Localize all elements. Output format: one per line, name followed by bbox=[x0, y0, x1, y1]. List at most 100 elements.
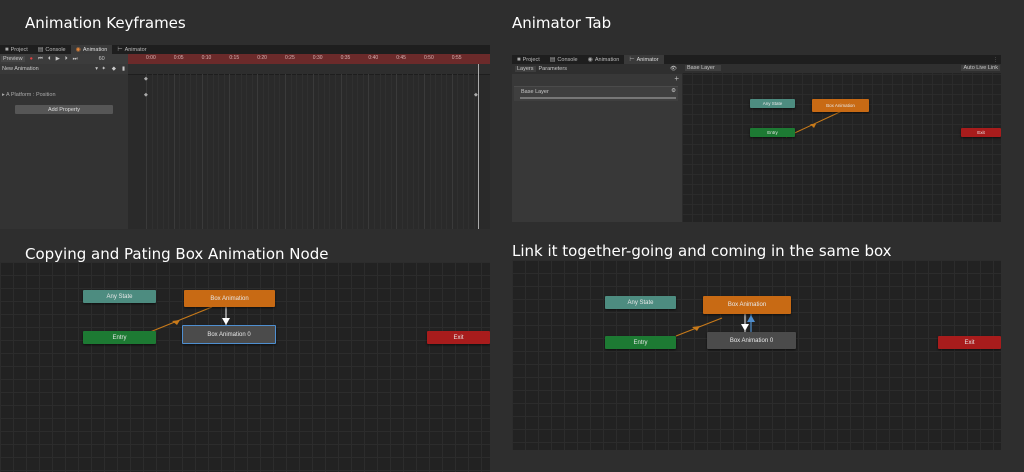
keyframe-diamond-icon[interactable]: ◆ bbox=[144, 76, 148, 82]
eye-icon[interactable]: 👁 bbox=[670, 66, 677, 72]
tab-project[interactable]: ■ Project bbox=[512, 55, 545, 64]
add-keyframe-icon[interactable]: ✦ bbox=[101, 66, 106, 72]
timeline-subgrid-line bbox=[212, 74, 214, 229]
timeline-subgrid-line bbox=[207, 74, 209, 229]
keyframe-diamond-icon[interactable]: ◆ bbox=[144, 92, 148, 98]
timeline-subgrid-line bbox=[457, 74, 459, 229]
timeline-subgrid-line bbox=[273, 74, 275, 229]
timeline-subgrid-line bbox=[401, 74, 403, 229]
node-box-animation-0[interactable]: Box Animation 0 bbox=[182, 325, 276, 344]
caption-copying-node: Copying and Pating Box Animation Node bbox=[25, 245, 329, 263]
timeline-tick-label: 0:50 bbox=[424, 55, 434, 61]
editor-tab-bar: ■ Project ▤ Console ◉ Animation ⊢ Animator ⋮ bbox=[512, 55, 1001, 64]
timeline-subgrid-line bbox=[440, 74, 442, 229]
node-box-animation[interactable]: Box Animation bbox=[812, 99, 869, 112]
animator-icon: ⊢ bbox=[629, 57, 635, 63]
caption-animation-keyframes: Animation Keyframes bbox=[25, 14, 186, 32]
node-any-state[interactable]: Any State bbox=[750, 99, 795, 108]
animator-icon: ⊢ bbox=[117, 47, 123, 53]
timeline-subgrid-line bbox=[412, 74, 414, 229]
node-box-animation[interactable]: Box Animation bbox=[703, 296, 791, 314]
folder-icon: ■ bbox=[517, 56, 521, 63]
first-key-icon[interactable]: ⏮ bbox=[38, 56, 43, 63]
tab-animator[interactable]: ⊢ Animator bbox=[624, 55, 664, 64]
timeline-subgrid-line bbox=[385, 74, 387, 229]
timeline-grid-line bbox=[257, 74, 259, 229]
layer-item-base[interactable]: Base Layer ⚙ bbox=[514, 86, 678, 101]
timeline-subgrid-line bbox=[435, 74, 437, 229]
timeline-subgrid-line bbox=[390, 74, 392, 229]
chevron-down-icon: ▾ bbox=[95, 66, 98, 72]
animator-window: ■ Project ▤ Console ◉ Animation ⊢ Animator ⋮… bbox=[512, 55, 1001, 222]
next-key-icon[interactable]: ⏵ bbox=[65, 56, 68, 63]
animator-graph-linked[interactable]: Any State Box Animation Box Animation 0 … bbox=[512, 260, 1001, 450]
timeline-subgrid-line bbox=[262, 74, 264, 229]
timeline-subgrid-line bbox=[218, 74, 220, 229]
node-entry[interactable]: Entry bbox=[750, 128, 795, 137]
timeline-subgrid-line bbox=[157, 74, 159, 229]
timeline-subgrid-line bbox=[240, 74, 242, 229]
prev-key-icon[interactable]: ⏴ bbox=[48, 56, 51, 63]
tab-console[interactable]: ▤ Console bbox=[33, 45, 71, 54]
animator-graph-copy[interactable]: Any State Box Animation Box Animation 0 … bbox=[0, 262, 490, 472]
transition-arrows bbox=[675, 314, 755, 337]
frame-field[interactable]: 60 bbox=[99, 56, 105, 62]
tab-console[interactable]: ▤ Console bbox=[545, 55, 583, 64]
tab-animation[interactable]: ◉ Animation bbox=[70, 45, 113, 54]
timeline-tick-label: 0:15 bbox=[229, 55, 240, 61]
node-entry[interactable]: Entry bbox=[605, 336, 676, 349]
timeline-tick-label: 0:20 bbox=[257, 55, 267, 61]
node-box-animation-0[interactable]: Box Animation 0 bbox=[707, 332, 796, 349]
folder-icon: ■ bbox=[5, 46, 9, 53]
event-marker-icon[interactable]: ▮ bbox=[122, 66, 125, 72]
gear-icon[interactable]: ⚙ bbox=[671, 88, 676, 94]
timeline-subgrid-line bbox=[418, 74, 420, 229]
animation-icon: ◉ bbox=[587, 57, 593, 63]
node-entry[interactable]: Entry bbox=[83, 331, 156, 344]
node-any-state[interactable]: Any State bbox=[83, 290, 156, 303]
tab-animator[interactable]: ⊢ Animator bbox=[112, 45, 151, 54]
timeline-grid-line bbox=[229, 74, 231, 229]
window-menu-icon[interactable]: ⋮ bbox=[993, 57, 998, 63]
animator-graph[interactable]: Base Layer Auto Live Link Any State Box … bbox=[682, 64, 1001, 222]
tab-animation[interactable]: ◉ Animation bbox=[583, 55, 625, 64]
timeline-grid-line bbox=[340, 74, 342, 229]
node-box-animation[interactable]: Box Animation bbox=[184, 290, 275, 307]
tab-label: Console bbox=[557, 56, 578, 63]
timeline-tick-label: 0:45 bbox=[396, 55, 406, 61]
timeline-ruler[interactable]: 0:00 0:05 0:10 0:15 0:20 0:25 0:30 0:35 0:40 0:45… bbox=[128, 54, 490, 64]
last-key-icon[interactable]: ⏭ bbox=[73, 56, 78, 63]
arrow-head-icon bbox=[747, 315, 755, 322]
arrow-head-icon bbox=[692, 326, 700, 331]
property-row[interactable]: ▸ A Platform : Position bbox=[2, 92, 56, 98]
timeline-subgrid-line bbox=[379, 74, 381, 229]
node-any-state[interactable]: Any State bbox=[605, 296, 676, 309]
add-event-icon[interactable]: ◆ bbox=[112, 66, 116, 72]
timeline-subgrid-line bbox=[323, 74, 325, 229]
node-exit[interactable]: Exit bbox=[938, 336, 1001, 349]
timeline-tick-label: 0:30 bbox=[312, 55, 323, 61]
timeline-tick-label: 0:55 bbox=[451, 55, 462, 61]
timeline-area[interactable]: 0:00 0:05 0:10 0:15 0:20 0:25 0:30 0:35 0:40 0:45… bbox=[128, 54, 490, 229]
layers-pane: Layers Parameters 👁 + Base Layer ⚙ bbox=[512, 64, 682, 222]
layer-weight-slider[interactable] bbox=[520, 97, 676, 99]
add-property-button[interactable]: Add Property bbox=[15, 105, 113, 114]
preview-button[interactable]: Preview bbox=[1, 56, 25, 62]
timeline-subgrid-line bbox=[301, 74, 303, 229]
playhead[interactable] bbox=[478, 64, 479, 229]
node-exit[interactable]: Exit bbox=[961, 128, 1001, 137]
add-layer-icon[interactable]: + bbox=[674, 74, 679, 83]
arrow-head-icon bbox=[810, 124, 816, 128]
timeline-grid-line bbox=[424, 74, 425, 229]
play-icon[interactable]: ▶ bbox=[56, 56, 60, 62]
timeline-subgrid-line bbox=[290, 74, 292, 229]
record-icon[interactable]: ● bbox=[30, 56, 33, 62]
clip-name: New Animation bbox=[2, 66, 39, 72]
tab-project[interactable]: ■ Project bbox=[0, 45, 33, 54]
tab-layers[interactable]: Layers bbox=[515, 66, 536, 72]
editor-tab-bar: ■ Project ▤ Console ◉ Animation ⊢ Animator bbox=[0, 45, 490, 54]
node-exit[interactable]: Exit bbox=[427, 331, 490, 344]
clip-selector[interactable]: New Animation ▾ ✦ ◆ ▮ bbox=[0, 64, 128, 74]
timeline-grid-line bbox=[173, 74, 175, 229]
tab-parameters[interactable]: Parameters bbox=[539, 66, 567, 72]
